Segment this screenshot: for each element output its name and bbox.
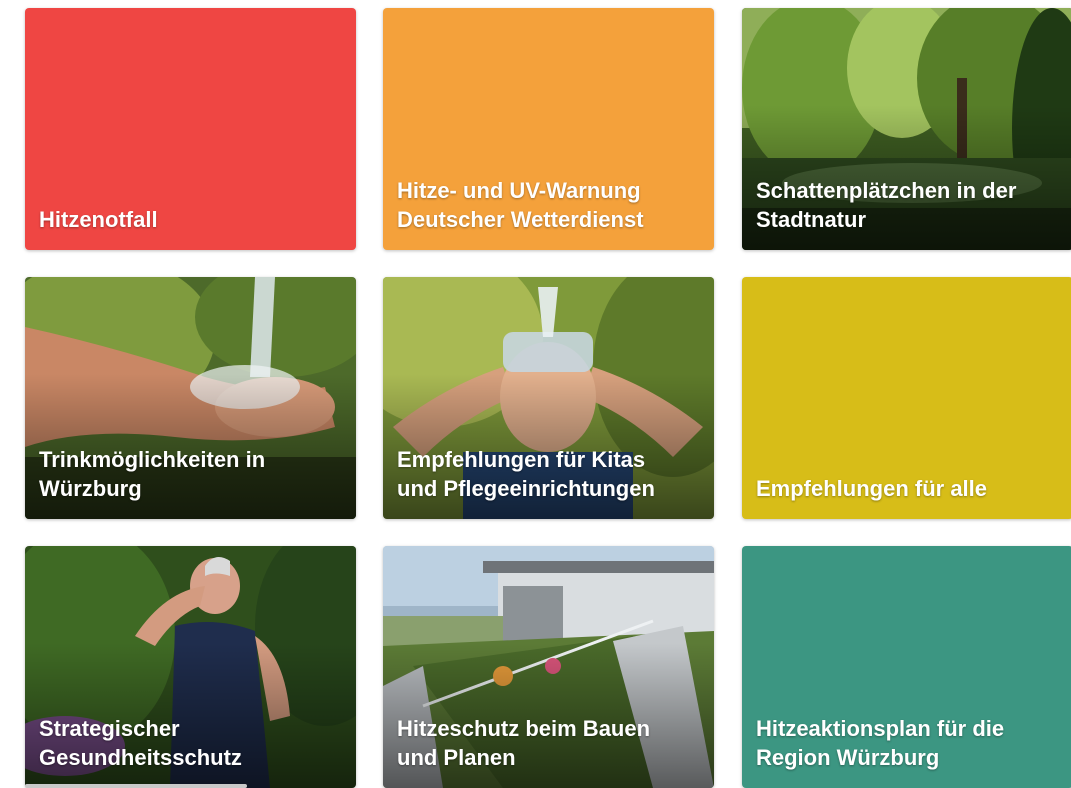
tile-empfehlungen-alle[interactable]: Empfehlungen für alle — [742, 277, 1071, 519]
tile-label: Empfehlungen für alle — [756, 476, 988, 501]
tile-trinkmoeglichkeiten[interactable]: Trinkmöglichkeiten in Würzburg — [25, 277, 356, 519]
tile-label: Hitzeaktionsplan für die Region Würzburg — [756, 716, 1005, 770]
tile-schattenplaetzchen[interactable]: Schattenplätzchen in der Stadtnatur — [742, 8, 1071, 250]
tile-label: Hitzenotfall — [39, 207, 158, 232]
tile-hitze-uv-warnung[interactable]: Hitze- und UV-Warnung Deutscher Wetterdi… — [383, 8, 714, 250]
horizontal-scrollbar[interactable] — [25, 784, 247, 788]
tile-hitzeschutz-bauen[interactable]: Hitzeschutz beim Bauen und Planen — [383, 546, 714, 788]
tile-hitzenotfall[interactable]: Hitzenotfall — [25, 8, 356, 250]
tile-empfehlungen-kitas[interactable]: Empfehlungen für Kitas und Pflegeeinrich… — [383, 277, 714, 519]
tile-label: Hitzeschutz beim Bauen und Planen — [397, 716, 651, 770]
tile-strategischer-gesundheitsschutz[interactable]: Strategischer Gesundheitsschutz — [25, 546, 356, 788]
tile-hitzeaktionsplan[interactable]: Hitzeaktionsplan für die Region Würzburg — [742, 546, 1071, 788]
tile-label: Trinkmöglichkeiten in Würzburg — [39, 447, 266, 501]
tile-grid: Hitzenotfall Hitze- und UV-Warnung Deuts… — [0, 0, 1071, 788]
tile-label: Hitze- und UV-Warnung Deutscher Wetterdi… — [397, 178, 644, 232]
tile-label: Schattenplätzchen in der Stadtnatur — [756, 178, 1017, 232]
tile-label: Empfehlungen für Kitas und Pflegeeinrich… — [397, 447, 655, 501]
tile-label: Strategischer Gesundheitsschutz — [39, 716, 242, 770]
